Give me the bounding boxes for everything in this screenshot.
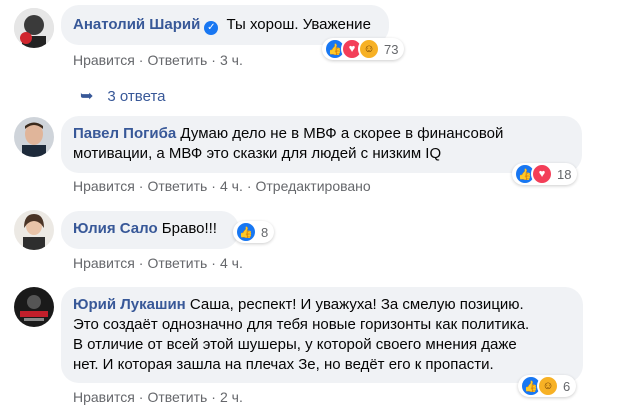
comment-text: мотивации, а МВФ это сказки для людей с … [73,145,442,162]
avatar[interactable] [14,117,54,157]
avatar[interactable] [14,8,54,48]
timestamp[interactable]: 3 ч. [220,52,243,68]
haha-reaction-icon: ☺ [358,38,380,60]
timestamp[interactable]: 4 ч. [220,178,243,194]
comment-bubble: Павел Погиба Думаю дело не в МВФ а скоре… [61,116,582,173]
avatar[interactable] [14,210,54,250]
comment-actions: Нравится · Ответить · 3 ч. [73,52,243,68]
timestamp[interactable]: 2 ч. [220,389,243,405]
comment-text: Саша, респект! И уважуха! За смелую пози… [189,296,524,313]
comment-actions: Нравится · Ответить · 2 ч. [73,389,243,405]
comment-author[interactable]: Юрий Лукашин [73,296,186,313]
comment-bubble: Юрий Лукашин Саша, респект! И уважуха! З… [61,287,583,383]
timestamp[interactable]: 4 ч. [220,255,243,271]
reply-link[interactable]: Ответить [147,178,207,194]
avatar[interactable] [14,287,54,327]
comment-text: В отличие от всей этой шушеры, у которой… [73,336,517,353]
reaction-count: 18 [557,166,572,182]
comment-text: Это создаёт однозначно для тебя новые го… [73,316,530,333]
reaction-count: 73 [384,41,399,57]
reaction-count: 6 [563,378,571,394]
view-replies-link[interactable]: ➥ 3 ответа [80,86,166,106]
comment-text: Браво!!! [161,220,217,237]
comment-bubble: Юлия Сало Браво!!! [61,211,239,249]
reply-link[interactable]: Ответить [147,52,207,68]
like-link[interactable]: Нравится [73,178,135,194]
comment-actions: Нравится · Ответить · 4 ч. · Отредактировано [73,178,371,194]
reply-link[interactable]: Ответить [147,389,207,405]
reactions-summary[interactable]: 👍 8 [233,221,275,243]
haha-reaction-icon: ☺ [537,375,559,397]
comment-text: Думаю дело не в МВФ а скорее в финансово… [180,125,504,142]
comment-text: нет. И которая зашла на плечах Зе, но ве… [73,356,494,373]
like-link[interactable]: Нравится [73,389,135,405]
love-reaction-icon: ♥ [531,163,553,185]
comment-actions: Нравится · Ответить · 4 ч. [73,255,243,271]
like-link[interactable]: Нравится [73,255,135,271]
like-link[interactable]: Нравится [73,52,135,68]
reply-link[interactable]: Ответить [147,255,207,271]
reactions-summary[interactable]: 👍 ♥ ☺ 73 [322,38,405,60]
reactions-summary[interactable]: 👍 ☺ 6 [518,375,577,397]
reaction-count: 8 [261,224,269,240]
like-reaction-icon: 👍 [235,221,257,243]
comment-author[interactable]: Юлия Сало [73,220,158,237]
reactions-summary[interactable]: 👍 ♥ 18 [512,163,578,185]
comment-text: Ты хорош. Уважение [226,16,371,33]
comment-author[interactable]: Анатолий Шарий [73,16,200,33]
edited-label[interactable]: Отредактировано [256,178,371,194]
verified-badge-icon: ✓ [204,21,219,35]
comment-author[interactable]: Павел Погиба [73,125,176,142]
reply-arrow-icon: ➥ [80,88,94,105]
